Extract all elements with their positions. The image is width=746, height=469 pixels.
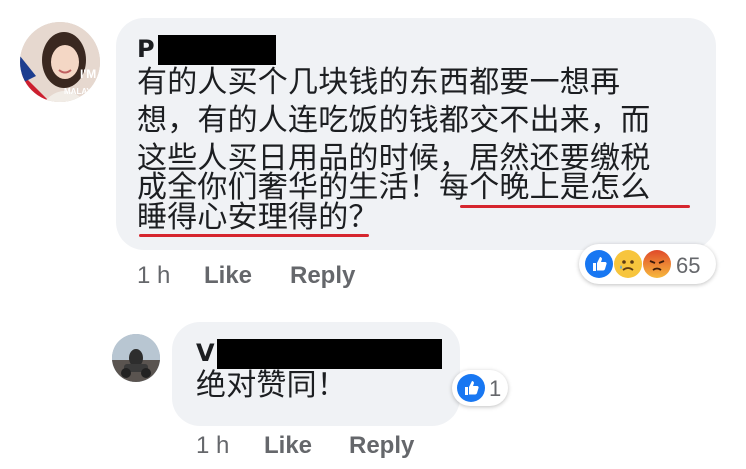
red-underline-annotation xyxy=(460,205,690,208)
comment-author-initial[interactable]: P xyxy=(137,37,155,61)
comment-text-line: 睡得心安理得的？ xyxy=(137,200,379,235)
like-button[interactable]: Like xyxy=(204,264,252,288)
reply-button[interactable]: Reply xyxy=(349,434,414,458)
reply-avatar[interactable] xyxy=(112,334,160,382)
reaction-count: 65 xyxy=(676,253,701,278)
comment-timestamp[interactable]: 1 h xyxy=(137,264,170,288)
like-icon xyxy=(585,250,613,278)
comment-text-line: 成全你们奢华的生活！每个晚上是怎么 xyxy=(137,170,651,205)
commenter-avatar[interactable]: I'M MALAYSIA xyxy=(20,22,100,102)
svg-text:MALAYSIA: MALAYSIA xyxy=(64,87,100,96)
avatar-text: I'M xyxy=(80,67,96,81)
avatar-photo: I'M MALAYSIA xyxy=(20,22,100,102)
comment-text-line: 想，有的人连吃饭的钱都交不出来，而 xyxy=(137,103,651,138)
like-button[interactable]: Like xyxy=(264,434,312,458)
red-underline-annotation xyxy=(139,234,369,237)
angry-icon xyxy=(643,250,671,278)
comment-text-line: 有的人买个几块钱的东西都要一想再 xyxy=(137,65,621,100)
avatar-photo xyxy=(112,334,160,382)
reply-button[interactable]: Reply xyxy=(290,264,355,288)
reply-text: 绝对赞同！ xyxy=(196,368,347,403)
reaction-count: 1 xyxy=(489,376,502,401)
reply-author-initial[interactable]: V xyxy=(196,341,215,365)
reply-timestamp[interactable]: 1 h xyxy=(196,434,229,458)
like-icon xyxy=(457,374,485,402)
redacted-name-bar xyxy=(217,339,442,369)
redacted-name-bar xyxy=(158,35,276,65)
sad-icon xyxy=(614,250,642,278)
